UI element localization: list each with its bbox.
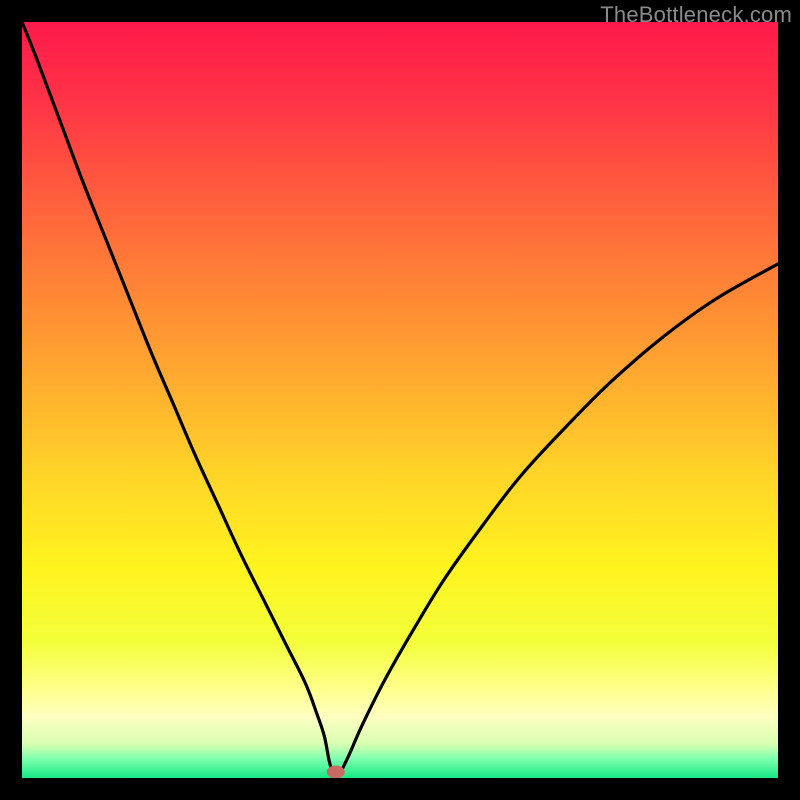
- chart-frame: [22, 22, 778, 778]
- watermark-text: TheBottleneck.com: [600, 2, 792, 28]
- bottleneck-chart: [22, 22, 778, 778]
- gradient-background: [22, 22, 778, 778]
- optimal-point-marker: [327, 765, 345, 778]
